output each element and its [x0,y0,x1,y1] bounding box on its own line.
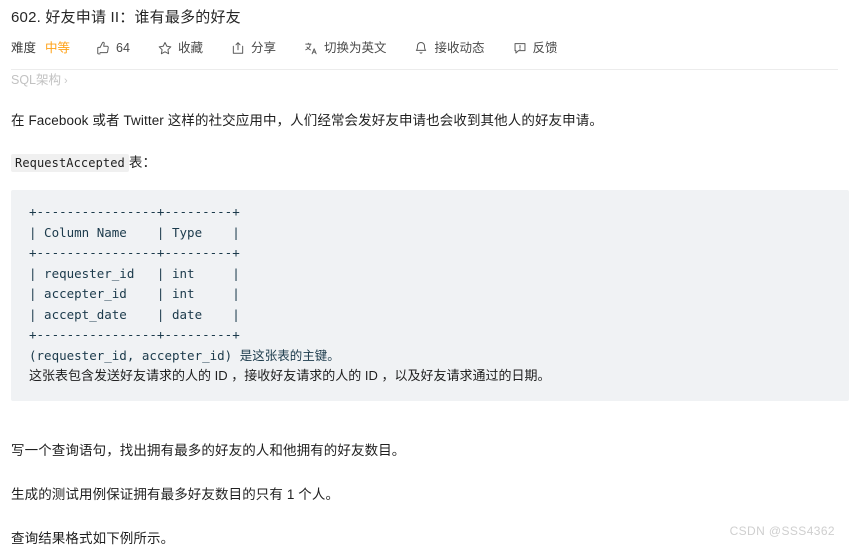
share-button[interactable]: 分享 [231,40,276,56]
language-toggle-label: 切换为英文 [323,41,387,55]
thumbs-up-icon [96,41,110,55]
feedback-label: 反馈 [532,41,558,55]
header-divider [11,69,838,70]
page-title: 602. 好友申请 II：谁有最多的好友 [11,9,241,26]
table-name-code: RequestAccepted [11,154,129,172]
breadcrumb[interactable]: SQL架构 › [11,71,838,90]
schema-ascii-table: +----------------+---------+ | Column Na… [29,204,240,342]
feedback-button[interactable]: 反馈 [513,40,558,56]
favorite-button[interactable]: 收藏 [158,40,203,56]
schema-note-primary-key: (requester_id, accepter_id) 是这张表的主键。 [11,346,849,367]
feedback-icon [513,41,527,55]
schema-note-description: 这张表包含发送好友请求的人的 ID ，接收好友请求的人的 ID ，以及好友请求通… [11,366,849,387]
intro-paragraph: 在 Facebook 或者 Twitter 这样的社交应用中，人们经常会发好友申… [11,113,603,128]
difficulty-label: 难度 [11,41,37,55]
table-name-line: RequestAccepted 表： [11,152,838,174]
favorite-label: 收藏 [177,41,203,55]
problem-toolbar: 难度 中等 64 收藏 分享 切换为英文 接收动态 反馈 [0,28,849,59]
watermark: CSDN @SSS4362 [729,524,835,538]
translate-icon [304,41,318,55]
problem-content: SQL架构 › 在 Facebook 或者 Twitter 这样的社交应用中，人们… [0,71,849,401]
problem-statement-tail: 写一个查询语句，找出拥有最多的好友的人和他拥有的好友数目。 生成的测试用例保证拥… [11,440,838,550]
schema-note-description-text: 这张表包含发送好友请求的人的 ID ，接收好友请求的人的 ID ，以及好友请求通… [29,368,551,383]
like-count: 64 [116,41,130,55]
breadcrumb-label: SQL架构 [11,73,62,87]
language-toggle-button[interactable]: 切换为英文 [304,40,387,56]
tail-paragraph-1: 写一个查询语句，找出拥有最多的好友的人和他拥有的好友数目。 [11,443,406,458]
bell-icon [414,41,428,55]
schema-code-block: +----------------+---------+ | Column Na… [11,190,849,401]
like-button[interactable]: 64 [96,40,130,56]
schema-note-primary-key-text: (requester_id, accepter_id) 是这张表的主键。 [29,347,340,363]
star-icon [158,41,172,55]
subscribe-button[interactable]: 接收动态 [414,40,485,56]
share-icon [231,41,245,55]
difficulty-value: 中等 [45,41,71,55]
share-label: 分享 [250,41,276,55]
table-name-suffix: 表： [128,155,157,170]
chevron-right-icon: › [64,75,68,87]
subscribe-label: 接收动态 [434,41,485,55]
tail-paragraph-2: 生成的测试用例保证拥有最多好友数目的只有 1 个人。 [11,487,340,502]
difficulty-indicator: 难度 中等 [11,40,70,56]
